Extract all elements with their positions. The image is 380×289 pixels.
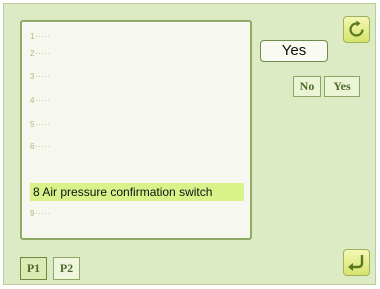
current-value-display: Yes — [260, 40, 328, 62]
list-item-selected[interactable]: 8 Air pressure confirmation switch — [30, 183, 244, 201]
list-item[interactable]: 1····· — [30, 30, 244, 44]
settings-list: 1····· 2····· 3····· 4····· 5····· 6····… — [20, 20, 252, 240]
list-item[interactable]: 6····· — [30, 140, 244, 154]
list-item[interactable]: 5····· — [30, 118, 244, 132]
list-item[interactable]: 4····· — [30, 94, 244, 108]
list-item[interactable]: 9····· — [30, 207, 244, 221]
enter-button[interactable] — [343, 249, 370, 276]
tab-page-1[interactable]: P1 — [20, 257, 47, 280]
reset-button[interactable] — [343, 16, 370, 43]
list-item[interactable]: 3····· — [30, 70, 244, 84]
no-button[interactable]: No — [293, 76, 321, 97]
list-item[interactable]: 2····· — [30, 47, 244, 61]
tab-page-2[interactable]: P2 — [53, 257, 80, 280]
screen: 1····· 2····· 3····· 4····· 5····· 6····… — [3, 3, 376, 285]
yes-button[interactable]: Yes — [324, 76, 360, 97]
